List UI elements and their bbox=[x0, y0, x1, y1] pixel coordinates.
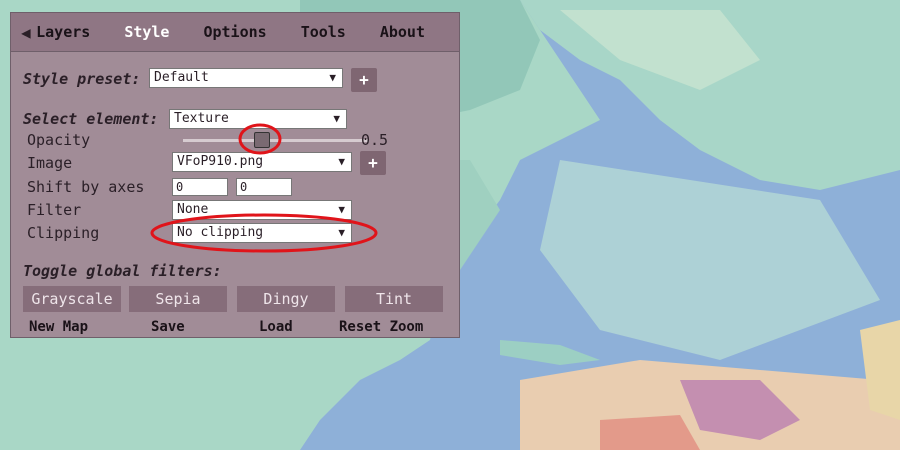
filter-value: None bbox=[177, 202, 209, 217]
menu-item-layers[interactable]: Layers bbox=[36, 23, 90, 41]
select-element-label: Select element: bbox=[23, 110, 159, 128]
clipping-label: Clipping bbox=[27, 224, 100, 242]
style-preset-select[interactable]: Default ▼ bbox=[149, 68, 343, 88]
image-select[interactable]: VFoP910.png ▼ bbox=[172, 152, 352, 172]
chevron-down-icon: ▼ bbox=[338, 203, 345, 216]
back-triangle-icon[interactable]: ◀ bbox=[21, 23, 36, 42]
style-preset-label: Style preset: bbox=[23, 70, 141, 88]
select-element-value: Texture bbox=[174, 111, 229, 126]
opacity-label: Opacity bbox=[27, 131, 91, 149]
filter-label: Filter bbox=[27, 201, 82, 219]
add-image-button[interactable]: + bbox=[360, 151, 386, 175]
image-value: VFoP910.png bbox=[177, 154, 264, 169]
chevron-down-icon: ▼ bbox=[338, 226, 345, 239]
clipping-select[interactable]: No clipping ▼ bbox=[172, 223, 352, 243]
add-style-preset-button[interactable]: + bbox=[351, 68, 377, 92]
opacity-slider-track[interactable] bbox=[183, 139, 369, 142]
global-filters-label: Toggle global filters: bbox=[23, 262, 222, 280]
chevron-down-icon: ▼ bbox=[333, 112, 340, 125]
menu-item-about[interactable]: About bbox=[380, 23, 425, 41]
style-panel: ◀ Layers Style Options Tools About Style… bbox=[10, 12, 460, 338]
shift-label: Shift by axes bbox=[27, 178, 145, 196]
filter-select[interactable]: None ▼ bbox=[172, 200, 352, 220]
menu-item-tools[interactable]: Tools bbox=[301, 23, 346, 41]
clipping-value: No clipping bbox=[177, 225, 264, 240]
menu-bar: ◀ Layers Style Options Tools About bbox=[11, 13, 459, 52]
image-label: Image bbox=[27, 154, 73, 172]
reset-zoom-button[interactable]: Reset Zoom bbox=[339, 319, 423, 335]
shift-x-input[interactable]: 0 bbox=[172, 178, 228, 196]
dingy-button[interactable]: Dingy bbox=[237, 286, 335, 312]
save-button[interactable]: Save bbox=[151, 319, 185, 335]
menu-item-style[interactable]: Style bbox=[124, 23, 169, 41]
chevron-down-icon: ▼ bbox=[329, 71, 336, 84]
opacity-slider-thumb[interactable] bbox=[254, 132, 270, 148]
grayscale-button[interactable]: Grayscale bbox=[23, 286, 121, 312]
opacity-value: 0.5 bbox=[361, 131, 389, 149]
menu-item-options[interactable]: Options bbox=[203, 23, 266, 41]
chevron-down-icon: ▼ bbox=[338, 155, 345, 168]
sepia-button[interactable]: Sepia bbox=[129, 286, 227, 312]
shift-y-input[interactable]: 0 bbox=[236, 178, 292, 196]
load-button[interactable]: Load bbox=[259, 319, 293, 335]
tint-button[interactable]: Tint bbox=[345, 286, 443, 312]
style-preset-value: Default bbox=[154, 70, 209, 85]
new-map-button[interactable]: New Map bbox=[29, 319, 88, 335]
select-element-select[interactable]: Texture ▼ bbox=[169, 109, 347, 129]
